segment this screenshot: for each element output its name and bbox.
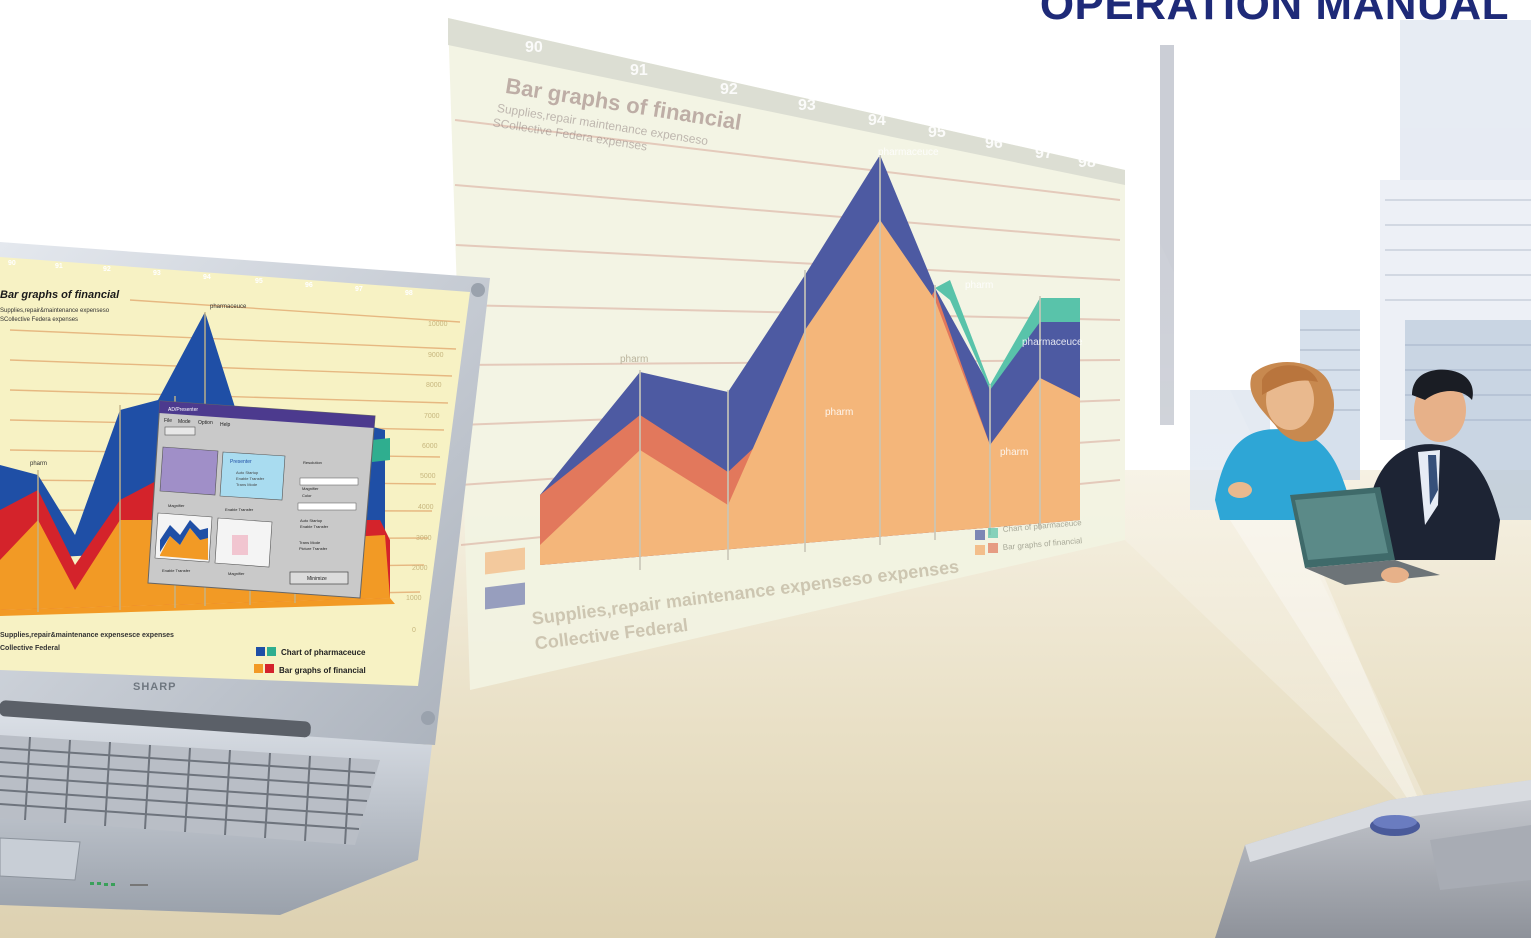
laptop-ytick: 4000 bbox=[418, 504, 434, 511]
dialog-menu-item: Help bbox=[220, 422, 231, 428]
dialog-title: AD/Presenter bbox=[168, 407, 198, 413]
dialog-panel-title: Presenter bbox=[230, 459, 252, 465]
laptop-ytick: 8000 bbox=[426, 382, 442, 389]
dialog-right-label: Enable Transfer bbox=[300, 524, 329, 529]
proj-annotation: pharm bbox=[620, 354, 648, 365]
dialog-left-label: Magnifier bbox=[168, 503, 185, 508]
laptop-legend-label: Bar graphs of financial bbox=[279, 666, 366, 675]
proj-tick: 94 bbox=[868, 112, 886, 129]
dialog-right-label: Color bbox=[302, 493, 312, 498]
dialog-menu-item: Mode bbox=[178, 419, 191, 425]
dialog-menu-item: File bbox=[164, 418, 172, 424]
dialog-panel-line: Enable Transfer bbox=[236, 476, 265, 481]
laptop-legend-label: Chart of pharmaceuce bbox=[281, 648, 366, 657]
proj-tick: 98 bbox=[1078, 154, 1096, 171]
laptop-ytick: 7000 bbox=[424, 413, 440, 420]
laptop-footer: Collective Federal bbox=[0, 645, 60, 652]
laptop-tick: 91 bbox=[55, 263, 63, 270]
laptop-tick: 96 bbox=[305, 282, 313, 289]
proj-tick: 97 bbox=[1035, 145, 1053, 162]
proj-annotation: pharm bbox=[825, 407, 853, 418]
laptop-tick: 90 bbox=[8, 260, 16, 267]
dialog-panel-line: Trans Mode bbox=[236, 482, 258, 487]
laptop-annotation: pharm bbox=[30, 461, 47, 467]
laptop-tick: 93 bbox=[153, 270, 161, 277]
dialog-bottom-label: Enable Transfer bbox=[162, 568, 191, 573]
laptop-ytick: 0 bbox=[412, 627, 416, 634]
proj-tick: 96 bbox=[985, 135, 1003, 152]
dialog-right-label: Picture Transfer bbox=[299, 546, 328, 551]
scene-illustration: 90 91 92 93 94 95 96 97 98 Bar graphs of… bbox=[0, 18, 1531, 938]
laptop-tick: 95 bbox=[255, 278, 263, 285]
dialog-right-label: Resolution bbox=[303, 460, 322, 465]
laptop-ytick: 6000 bbox=[422, 443, 438, 450]
proj-annotation: pharm bbox=[965, 280, 993, 291]
proj-tick: 93 bbox=[798, 97, 816, 114]
proj-annotation: pharmaceuce bbox=[878, 147, 939, 158]
proj-tick: 90 bbox=[525, 39, 543, 56]
dialog-menu-item: Option bbox=[198, 420, 213, 426]
laptop-tick: 94 bbox=[203, 274, 211, 281]
dialog-right-label: Trans Mode bbox=[299, 540, 321, 545]
laptop-dialog-window: AD/Presenter File Mode Option Help Prese… bbox=[147, 400, 376, 599]
proj-annotation: pharmaceuce bbox=[1022, 337, 1083, 348]
dialog-left-label: Enable Transfer bbox=[225, 507, 254, 512]
laptop-annotation: pharmaceuce bbox=[210, 304, 247, 310]
projection-screen: 90 91 92 93 94 95 96 97 98 Bar graphs of… bbox=[448, 18, 1125, 690]
laptop-tick: 97 bbox=[355, 286, 363, 293]
laptop-tick: 92 bbox=[103, 266, 111, 273]
cover-scene: OPERATION MANUAL 90 91 92 93 94 95 96 97… bbox=[0, 0, 1531, 938]
laptop-ytick: 1000 bbox=[406, 595, 422, 602]
dialog-right-label: Auto Startup bbox=[300, 518, 323, 523]
laptop-brand: SHARP bbox=[133, 681, 177, 693]
laptop-ytick: 10000 bbox=[428, 321, 448, 328]
dialog-panel-line: Auto Startup bbox=[236, 470, 259, 475]
laptop-chart-subtitle: Supplies,repair&maintenance expenseso bbox=[0, 308, 110, 314]
proj-annotation: pharm bbox=[1000, 447, 1028, 458]
laptop-ytick: 2000 bbox=[412, 565, 428, 572]
proj-tick: 92 bbox=[720, 81, 738, 98]
laptop-footer: Supplies,repair&maintenance expensesce e… bbox=[0, 632, 174, 639]
laptop-ytick: 5000 bbox=[420, 473, 436, 480]
laptop-ytick: 3000 bbox=[416, 535, 432, 542]
laptop-device: 90 91 92 93 94 95 96 97 98 10000 9000 80… bbox=[0, 242, 490, 915]
projector-device bbox=[1215, 780, 1531, 938]
dialog-bottom-label: Magnifier bbox=[228, 571, 245, 576]
dialog-button-label: Minimize bbox=[307, 576, 327, 582]
laptop-chart-title: Bar graphs of financial bbox=[0, 289, 120, 301]
laptop-chart-subtitle: SCollective Federa expenses bbox=[0, 317, 78, 323]
proj-tick: 95 bbox=[928, 124, 946, 141]
laptop-tick: 98 bbox=[405, 290, 413, 297]
proj-tick: 91 bbox=[630, 62, 648, 79]
dialog-right-label: Magnifier bbox=[302, 486, 319, 491]
laptop-ytick: 9000 bbox=[428, 352, 444, 359]
